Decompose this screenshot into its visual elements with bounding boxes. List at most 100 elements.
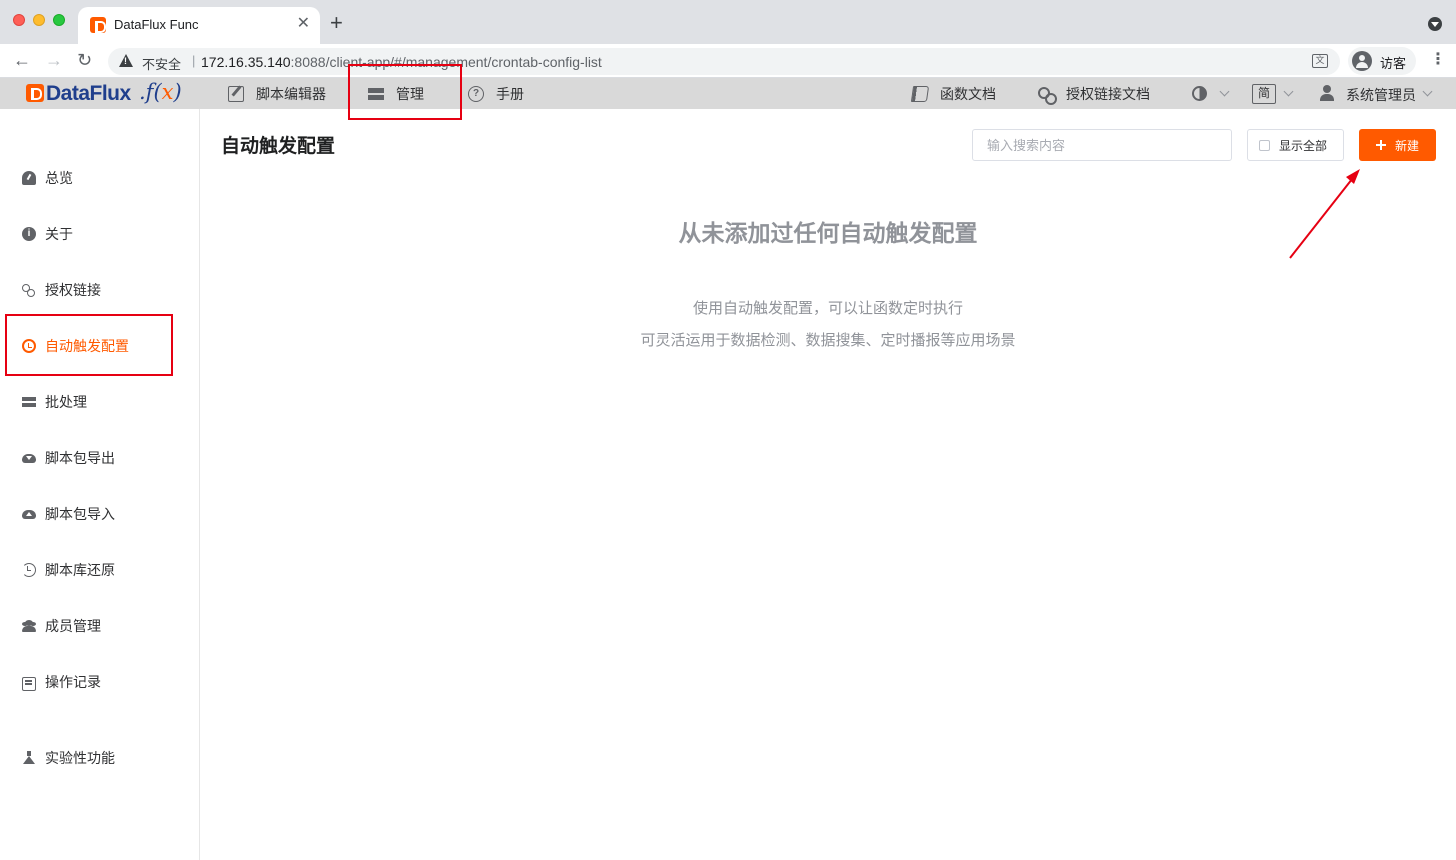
sidebar-item-operation-logs[interactable]: 操作记录 (0, 664, 199, 700)
sidebar-item-auth-links[interactable]: 授权链接 (0, 272, 199, 308)
empty-state-title: 从未添加过任何自动触发配置 (678, 220, 978, 246)
url-host: 172.16.35.140 (201, 54, 291, 70)
nav-function-docs[interactable]: 函数文档 (910, 78, 996, 109)
server-icon (368, 86, 384, 102)
logo-text: DataFlux (46, 82, 131, 105)
window-minimize-button[interactable] (33, 14, 45, 26)
translate-icon[interactable]: 文 (1312, 54, 1328, 68)
logo-fx: .f(x) (139, 80, 182, 104)
sidebar-item-experimental[interactable]: 实验性功能 (0, 740, 199, 776)
sidebar-item-label: 脚本包导出 (45, 450, 115, 466)
edit-icon (228, 85, 244, 102)
show-all-label: 显示全部 (1279, 138, 1328, 153)
logo-mark-icon (26, 84, 44, 102)
info-icon (22, 227, 36, 241)
help-icon: ? (468, 85, 484, 102)
forward-arrow-icon[interactable]: → (45, 50, 63, 70)
user-icon[interactable] (1320, 85, 1334, 101)
sidebar-item-crontab-config[interactable]: 自动触发配置 (0, 328, 199, 364)
link-icon (1038, 86, 1057, 105)
nav-management[interactable]: 管理 (368, 78, 424, 109)
nav-auth-link-docs[interactable]: 授权链接文档 (1038, 78, 1150, 109)
nav-script-editor-label: 脚本编辑器 (256, 85, 326, 102)
warning-icon[interactable] (119, 54, 133, 67)
show-all-checkbox[interactable]: 显示全部 (1247, 129, 1344, 161)
dashboard-icon (22, 171, 36, 185)
empty-state-desc: 使用自动触发配置，可以让函数定时执行 (692, 300, 963, 317)
tab-search-icon[interactable] (1428, 17, 1442, 31)
language-chevron-down-icon[interactable] (1283, 86, 1294, 97)
page-title: 自动触发配置 (221, 136, 336, 157)
logo-fx-suffix: ) (173, 80, 182, 104)
browser-toolbar: ← → ↻ 不安全 | 172.16.35.140:8088/client-ap… (0, 44, 1456, 78)
insecure-label[interactable]: 不安全 (142, 54, 181, 73)
new-button-label: 新建 (1394, 138, 1419, 153)
annotation-arrow-icon (1289, 169, 1360, 259)
sidebar-item-label: 操作记录 (45, 674, 101, 690)
sidebar-item-label: 关于 (45, 226, 73, 242)
profile-avatar-icon (1352, 51, 1372, 71)
cloud-download-icon (22, 451, 36, 465)
sidebar-item-label: 实验性功能 (45, 750, 115, 766)
profile-label: 访客 (1380, 56, 1407, 71)
browser-tab-bar: DataFlux Func ✕ + (0, 0, 1456, 44)
users-icon (22, 619, 36, 633)
nav-auth-link-docs-label: 授权链接文档 (1066, 85, 1150, 102)
user-chevron-down-icon[interactable] (1422, 86, 1433, 97)
url-path: :8088/client-app/#/management/crontab-co… (290, 54, 602, 70)
sidebar-item-about[interactable]: 关于 (0, 216, 199, 252)
tab-close-icon[interactable]: ✕ (297, 15, 310, 33)
clock-icon (22, 339, 36, 353)
sidebar-item-label: 批处理 (45, 394, 87, 410)
checkbox-icon[interactable] (1259, 139, 1270, 151)
sidebar-item-label: 脚本库还原 (45, 562, 115, 578)
sidebar-item-batch[interactable]: 批处理 (0, 384, 199, 420)
reload-icon[interactable]: ↻ (77, 50, 92, 70)
app-header: DataFlux .f(x) 脚本编辑器 管理 ? 手册 函数文档 授权链接文档… (0, 78, 1456, 109)
empty-state-desc: 可灵活运用于数据检测、数据搜集、定时播报等应用场景 (640, 332, 1016, 349)
logo-fx-x: x (161, 80, 174, 104)
batch-icon (22, 395, 36, 409)
nav-management-label: 管理 (396, 85, 424, 102)
nav-manual-label: 手册 (496, 85, 524, 102)
window-zoom-button[interactable] (53, 14, 65, 26)
nav-script-editor[interactable]: 脚本编辑器 (228, 78, 326, 109)
back-arrow-icon[interactable]: ← (13, 50, 31, 70)
nav-manual[interactable]: ? 手册 (468, 78, 524, 109)
nav-function-docs-label: 函数文档 (940, 85, 996, 102)
user-menu[interactable]: 系统管理员 (1346, 85, 1416, 105)
language-select[interactable]: 简 (1252, 84, 1276, 104)
sidebar-item-package-import[interactable]: 脚本包导入 (0, 496, 199, 532)
url-text[interactable]: 172.16.35.140:8088/client-app/#/manageme… (201, 54, 602, 70)
dataflux-favicon-icon (90, 17, 106, 33)
profile-button[interactable]: 访客 (1348, 47, 1416, 75)
sidebar-item-members[interactable]: 成员管理 (0, 608, 199, 644)
window-close-button[interactable] (13, 14, 25, 26)
sidebar-item-label: 总览 (45, 170, 73, 186)
theme-contrast-icon[interactable] (1192, 86, 1207, 101)
sidebar-item-label: 自动触发配置 (45, 338, 129, 354)
history-icon (22, 563, 36, 577)
sidebar-item-label: 脚本包导入 (45, 506, 115, 522)
plus-icon (1375, 140, 1386, 150)
url-separator: | (192, 53, 196, 68)
theme-chevron-down-icon[interactable] (1219, 86, 1230, 97)
address-bar[interactable]: 不安全 | 172.16.35.140:8088/client-app/#/ma… (108, 48, 1340, 75)
new-tab-button[interactable]: + (330, 11, 343, 35)
sidebar-item-script-restore[interactable]: 脚本库还原 (0, 552, 199, 588)
sidebar: 总览 关于 授权链接 自动触发配置 批处理 脚本包导出 脚本包导入 脚本库还原 … (0, 109, 200, 860)
keyboard-icon (22, 677, 36, 691)
new-button[interactable]: 新建 (1359, 129, 1436, 161)
sidebar-item-package-export[interactable]: 脚本包导出 (0, 440, 199, 476)
browser-tab-title: DataFlux Func (114, 17, 199, 32)
flask-icon (22, 751, 36, 765)
link-icon (22, 283, 36, 297)
search-input[interactable] (972, 129, 1232, 161)
browser-tab[interactable]: DataFlux Func ✕ (78, 7, 320, 44)
browser-menu-icon[interactable]: ⋮ (1430, 52, 1446, 68)
logo-fx-prefix: .f( (139, 80, 162, 104)
sidebar-item-label: 成员管理 (45, 618, 101, 634)
sidebar-item-overview[interactable]: 总览 (0, 160, 199, 196)
book-icon (910, 85, 930, 102)
sidebar-item-label: 授权链接 (45, 282, 101, 298)
